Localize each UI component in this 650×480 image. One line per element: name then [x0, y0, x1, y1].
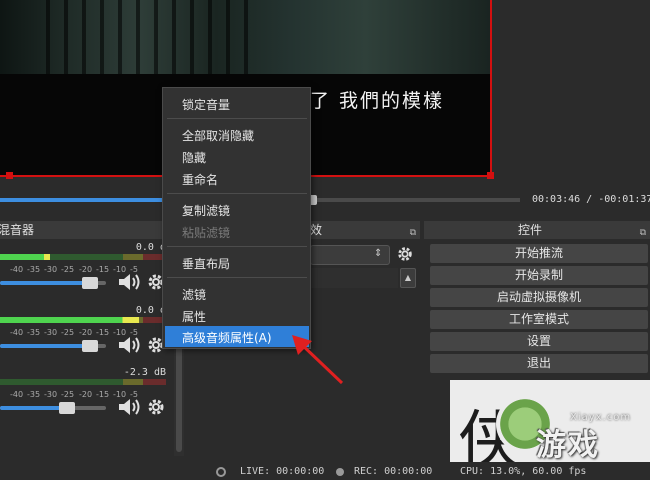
subtitle-text: 了 我們的模樣: [310, 90, 445, 112]
meter-tick-label: -35: [27, 265, 41, 274]
menu-item-hide[interactable]: 隐藏: [182, 149, 206, 166]
channel-db-readout: -2.3 dB: [123, 367, 166, 378]
volume-meter-level: [0, 254, 50, 260]
status-bar: LIVE: 00:00:00 REC: 00:00:00 CPU: 13.0%,…: [0, 462, 650, 480]
meter-scale: -40 -35 -30 -25 -20 -15 -10 -5: [0, 387, 166, 401]
settings-button[interactable]: 设置: [430, 332, 648, 351]
volume-slider-thumb[interactable]: [82, 277, 99, 289]
speaker-icon[interactable]: [117, 397, 141, 417]
menu-item-vertical-layout[interactable]: 垂直布局: [182, 255, 230, 272]
meter-tick-label: -40: [10, 328, 24, 337]
meter-tick-label: -25: [61, 390, 75, 399]
menu-item-lock-volume[interactable]: 锁定音量: [182, 96, 230, 113]
menu-item-paste-filters: 粘贴滤镜: [182, 226, 231, 240]
meter-tick-label: -35: [27, 328, 41, 337]
preview-area: 了 我們的模樣: [0, 0, 650, 190]
mixer-dock-title: 混音器: [0, 221, 186, 239]
volume-meter: [0, 379, 166, 385]
menu-item-advanced-audio-properties[interactable]: 高级音频属性(A): [182, 329, 272, 346]
start-streaming-button[interactable]: 开始推流: [430, 244, 648, 263]
meter-tick-label: -25: [61, 265, 75, 274]
speaker-icon[interactable]: [117, 335, 141, 355]
speaker-icon[interactable]: [117, 272, 141, 292]
controls-title: 控件: [518, 223, 543, 237]
gear-icon[interactable]: [146, 397, 166, 417]
menu-item-rename[interactable]: 重命名: [182, 171, 218, 188]
resize-handle[interactable]: [487, 172, 494, 179]
volume-meter-level: [0, 317, 140, 323]
menu-separator: [167, 193, 307, 194]
meter-tick-label: -40: [10, 390, 24, 399]
mixer-channel: 0.0 d -40 -35 -30 -25 -20 -15 -10 -5: [0, 242, 170, 304]
meter-tick-label: -25: [61, 328, 75, 337]
video-frame: [0, 0, 490, 74]
menu-separator: [167, 246, 307, 247]
volume-slider-fill: [0, 406, 67, 410]
resize-handle[interactable]: [6, 172, 13, 179]
annotation-arrow-icon: [292, 335, 344, 385]
watermark-text: 游戏: [536, 428, 600, 463]
menu-item-filters[interactable]: 滤镜: [182, 286, 206, 303]
meter-tick-label: -15: [96, 390, 110, 399]
controls-dock-title: 控件 ⧉: [424, 221, 650, 239]
chevron-down-icon[interactable]: ▲: [400, 268, 416, 288]
volume-meter: [0, 254, 166, 260]
context-menu: 锁定音量 全部取消隐藏 隐藏 重命名 复制滤镜 粘贴滤镜 垂直布局 滤镜 属性 …: [162, 87, 311, 349]
volume-slider-thumb[interactable]: [58, 402, 75, 414]
volume-slider[interactable]: [0, 402, 106, 414]
meter-tick-label: -15: [96, 265, 110, 274]
meter-tick-label: -35: [27, 390, 41, 399]
window-bars: [32, 0, 252, 74]
start-virtual-camera-button[interactable]: 启动虚拟摄像机: [430, 288, 648, 307]
seek-bar-fill: [0, 198, 165, 202]
mixer-title: 混音器: [0, 223, 35, 237]
menu-item-unhide-all[interactable]: 全部取消隐藏: [182, 127, 254, 144]
live-icon: [216, 467, 226, 477]
exit-button[interactable]: 退出: [430, 354, 648, 373]
gear-icon[interactable]: [396, 245, 414, 263]
menu-separator: [167, 277, 307, 278]
volume-slider[interactable]: [0, 340, 106, 352]
meter-tick-label: -20: [79, 328, 93, 337]
rec-icon: [336, 468, 344, 476]
start-recording-button[interactable]: 开始录制: [430, 266, 648, 285]
filters-title: 效: [310, 223, 323, 237]
meter-tick-label: -30: [44, 328, 58, 337]
meter-tick-label: -15: [96, 328, 110, 337]
cpu-status: CPU: 13.0%, 60.00 fps: [460, 466, 587, 477]
updown-icon: ⇕: [374, 248, 383, 259]
volume-slider-thumb[interactable]: [82, 340, 99, 352]
menu-item-copy-filters[interactable]: 复制滤镜: [182, 202, 230, 219]
timecode: 00:03:46 / -00:01:37: [532, 194, 650, 205]
mixer-channel: -2.3 dB -40 -35 -30 -25 -20 -15 -10 -5: [0, 367, 170, 429]
meter-scale: -40 -35 -30 -25 -20 -15 -10 -5: [0, 325, 166, 339]
menu-item-properties[interactable]: 属性: [182, 308, 206, 325]
volume-slider[interactable]: [0, 277, 106, 289]
mixer-channel: 0.0 d -40 -35 -30 -25 -20 -15 -10 -5: [0, 305, 170, 367]
meter-scale: -40 -35 -30 -25 -20 -15 -10 -5: [0, 262, 166, 276]
studio-mode-button[interactable]: 工作室模式: [430, 310, 648, 329]
rec-status: REC: 00:00:00: [354, 466, 433, 477]
meter-tick-label: -40: [10, 265, 24, 274]
volume-slider-fill: [0, 281, 91, 285]
volume-slider-fill: [0, 344, 91, 348]
meter-tick-label: -20: [79, 390, 93, 399]
filters-list[interactable]: [310, 268, 398, 288]
live-status: LIVE: 00:00:00: [240, 466, 325, 477]
menu-separator: [167, 118, 307, 119]
volume-meter: [0, 317, 166, 323]
meter-tick-label: -20: [79, 265, 93, 274]
meter-tick-label: -30: [44, 390, 58, 399]
meter-tick-label: -30: [44, 265, 58, 274]
